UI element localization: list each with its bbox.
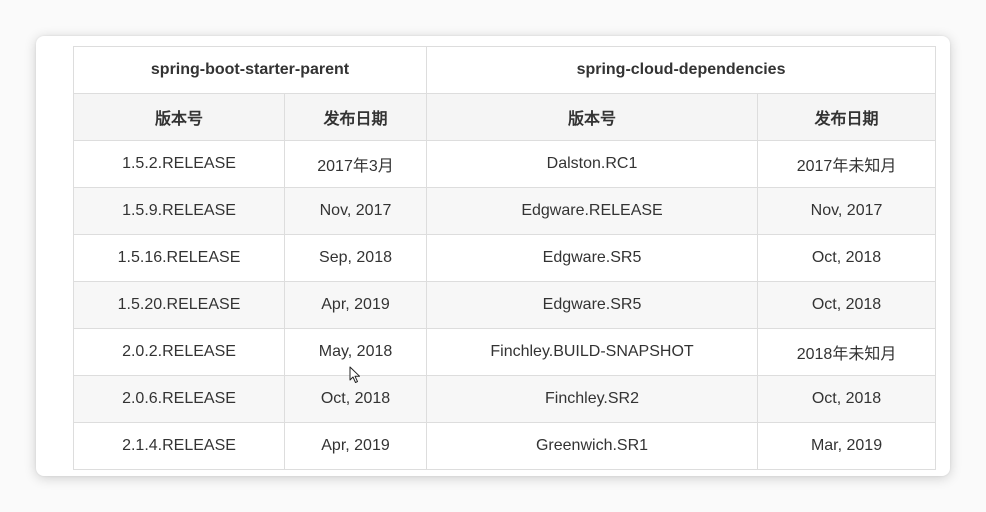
table-row: 1.5.20.RELEASE Apr, 2019 Edgware.SR5 Oct… [73,281,937,329]
cell-boot-version: 1.5.2.RELEASE [73,140,285,188]
column-header-boot-date: 发布日期 [283,93,428,141]
column-header-cloud-date: 发布日期 [757,93,937,141]
column-header-cloud-version: 版本号 [426,93,759,141]
cell-boot-version: 2.0.6.RELEASE [73,375,285,423]
cell-cloud-version: Finchley.SR2 [426,375,759,423]
cell-cloud-version: Dalston.RC1 [426,140,759,188]
cell-cloud-date: Nov, 2017 [757,187,937,235]
cell-cloud-version: Edgware.SR5 [426,234,759,282]
cell-boot-version: 2.1.4.RELEASE [73,422,285,470]
cell-boot-version: 1.5.16.RELEASE [73,234,285,282]
group-header-spring-boot: spring-boot-starter-parent [72,46,428,94]
cell-cloud-date: Mar, 2019 [757,422,937,470]
screen: spring-boot-starter-parent spring-cloud-… [0,0,986,512]
content-card: spring-boot-starter-parent spring-cloud-… [36,36,950,476]
column-header-row: 版本号 发布日期 版本号 发布日期 [73,93,937,141]
cell-cloud-date: 2017年未知月 [757,140,937,188]
cell-cloud-version: Edgware.RELEASE [426,187,759,235]
cell-boot-date: 2017年3月 [283,140,428,188]
column-header-boot-version: 版本号 [73,93,285,141]
version-compatibility-table: spring-boot-starter-parent spring-cloud-… [72,46,937,470]
cell-boot-date: Nov, 2017 [283,187,428,235]
table-row: 1.5.2.RELEASE 2017年3月 Dalston.RC1 2017年未… [73,140,937,188]
table-row: 2.1.4.RELEASE Apr, 2019 Greenwich.SR1 Ma… [73,422,937,470]
mouse-pointer-icon [349,366,360,383]
cell-cloud-date: Oct, 2018 [757,234,937,282]
table-row: 1.5.16.RELEASE Sep, 2018 Edgware.SR5 Oct… [73,234,937,282]
cell-boot-version: 1.5.9.RELEASE [73,187,285,235]
table-row: 1.5.9.RELEASE Nov, 2017 Edgware.RELEASE … [73,187,937,235]
group-header-spring-cloud: spring-cloud-dependencies [426,46,937,94]
cell-cloud-date: 2018年未知月 [757,328,937,376]
cell-cloud-version: Greenwich.SR1 [426,422,759,470]
cell-cloud-date: Oct, 2018 [757,281,937,329]
cell-cloud-version: Edgware.SR5 [426,281,759,329]
cell-cloud-version: Finchley.BUILD-SNAPSHOT [426,328,759,376]
cell-cloud-date: Oct, 2018 [757,375,937,423]
cell-boot-date: Apr, 2019 [283,281,428,329]
cell-boot-date: Apr, 2019 [283,422,428,470]
group-header-row: spring-boot-starter-parent spring-cloud-… [72,46,937,94]
cell-boot-version: 2.0.2.RELEASE [73,328,285,376]
cell-boot-version: 1.5.20.RELEASE [73,281,285,329]
cell-boot-date: Sep, 2018 [283,234,428,282]
table-row: 2.0.2.RELEASE May, 2018 Finchley.BUILD-S… [73,328,937,376]
table-row: 2.0.6.RELEASE Oct, 2018 Finchley.SR2 Oct… [73,375,937,423]
